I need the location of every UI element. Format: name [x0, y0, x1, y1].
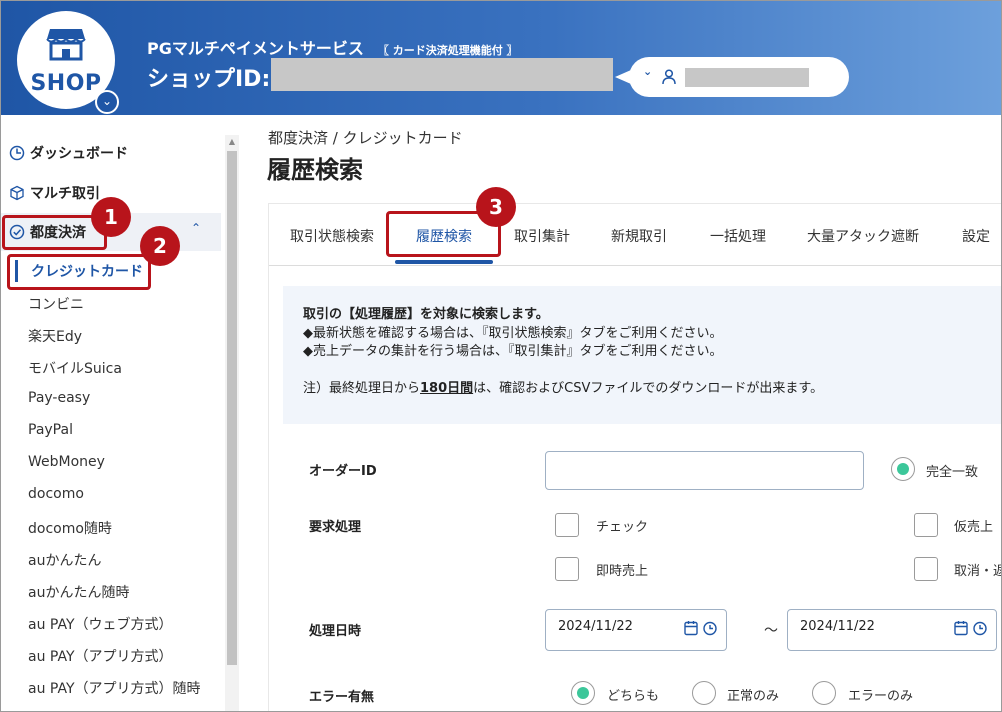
error-ok-label: 正常のみ [727, 689, 780, 704]
notice-text: は、確認およびCSVファイルでのダウンロードが出来ます。 [473, 381, 824, 396]
user-menu[interactable]: ⌄ [615, 57, 849, 97]
notice-text: 注）最終処理日から [303, 381, 421, 396]
chevron-down-icon: ⌄ [643, 65, 653, 78]
tab-attack-block[interactable]: 大量アタック遮断 [807, 226, 919, 246]
sidebar-sub-item[interactable]: Pay-easy [28, 390, 90, 406]
order-id-input[interactable] [545, 451, 864, 490]
notice-emphasis: 180日間 [420, 381, 474, 396]
notice-line: ◆売上データの集計を行う場合は、『取引集計』タブをご利用ください。 [303, 344, 723, 359]
service-name: PGマルチペイメントサービス〖 カード決済処理機能付 〗 [147, 35, 518, 59]
date-to-value: 2024/11/22 [800, 619, 875, 634]
date-to-input[interactable]: 2024/11/22 [787, 609, 997, 651]
search-panel: 取引状態検索 履歴検索 取引集計 新規取引 一括処理 大量アタック遮断 設定 取… [268, 203, 1002, 711]
clock-icon [9, 145, 25, 161]
capture-label: 即時売上 [596, 564, 649, 579]
error-only-label: エラーのみ [848, 689, 914, 704]
exact-match-label: 完全一致 [926, 465, 979, 480]
cancel-label: 取消・返 [954, 564, 1002, 579]
user-name-redacted [685, 68, 809, 87]
chevron-up-icon[interactable]: ⌃ [191, 221, 201, 235]
sidebar-item-dashboard[interactable]: ダッシュボード [9, 142, 128, 164]
service-tag: 〖 カード決済処理機能付 〗 [377, 44, 518, 57]
info-notice: 取引の【処理履歴】を対象に検索します。 ◆最新状態を確認する場合は、『取引状態検… [283, 286, 1001, 424]
sidebar-sub-item[interactable]: docomo [28, 486, 84, 502]
error-ok-radio[interactable] [692, 681, 716, 705]
callout-badge-2: 2 [140, 226, 180, 266]
cancel-checkbox[interactable] [914, 557, 938, 581]
sidebar-sub-item[interactable]: PayPal [28, 422, 73, 438]
sidebar-sub-item[interactable]: auかんたん [28, 550, 101, 570]
sidebar-sub-item[interactable]: docomo随時 [28, 518, 112, 538]
sidebar-sub-item[interactable]: 楽天Edy [28, 326, 82, 346]
sidebar-sub-item[interactable]: コンビニ [28, 294, 84, 314]
active-tab-indicator [395, 260, 493, 264]
storefront-icon [46, 29, 86, 61]
notice-line: 取引の【処理履歴】を対象に検索します。 [303, 307, 549, 322]
cube-icon [10, 185, 24, 201]
main-content: 都度決済 / クレジットカード 履歴検索 取引状態検索 履歴検索 取引集計 新規… [239, 115, 1002, 711]
request-label: 要求処理 [309, 520, 362, 535]
notice-line: 注）最終処理日から180日間は、確認およびCSVファイルでのダウンロードが出来ま… [303, 380, 1001, 399]
check-checkbox[interactable] [555, 513, 579, 537]
error-both-label: どちらも [607, 689, 660, 704]
sidebar-item-label: ダッシュボード [30, 146, 128, 162]
sidebar-sub-item[interactable]: au PAY（アプリ方式）随時 [28, 678, 201, 698]
sidebar-item-label: マルチ取引 [30, 186, 100, 202]
tab-aggregate[interactable]: 取引集計 [514, 226, 570, 246]
breadcrumb: 都度決済 / クレジットカード [268, 129, 463, 147]
sidebar-item-multi[interactable]: マルチ取引 [9, 182, 100, 204]
sidebar-sub-item[interactable]: モバイルSuica [28, 358, 122, 378]
sidebar-sub-item[interactable]: auかんたん随時 [28, 582, 129, 602]
header: SHOP ⌄ PGマルチペイメントサービス〖 カード決済処理機能付 〗 ショップ… [1, 1, 1001, 115]
scroll-up-arrow-icon[interactable]: ▲ [225, 135, 239, 149]
callout-badge-1: 1 [91, 197, 131, 237]
capture-checkbox[interactable] [555, 557, 579, 581]
check-label: チェック [596, 520, 649, 535]
highlight-credit-card [7, 254, 151, 290]
date-range-separator: ～ [764, 623, 778, 639]
order-id-label: オーダーID [309, 464, 377, 479]
sidebar-sub-item[interactable]: WebMoney [28, 454, 105, 470]
date-from-input[interactable]: 2024/11/22 [545, 609, 727, 651]
exact-match-radio[interactable] [891, 457, 915, 481]
shop-id-label: ショップID: [147, 67, 271, 92]
auth-checkbox[interactable] [914, 513, 938, 537]
auth-label: 仮売上 [954, 520, 994, 535]
tab-bar: 取引状態検索 履歴検索 取引集計 新規取引 一括処理 大量アタック遮断 設定 [269, 204, 1001, 266]
tab-status-search[interactable]: 取引状態検索 [290, 226, 374, 246]
tab-bulk-process[interactable]: 一括処理 [710, 226, 766, 246]
user-icon [662, 69, 676, 85]
tab-new-transaction[interactable]: 新規取引 [611, 226, 667, 246]
error-only-radio[interactable] [812, 681, 836, 705]
notice-line: ◆最新状態を確認する場合は、『取引状態検索』タブをご利用ください。 [303, 325, 723, 341]
error-both-radio[interactable] [571, 681, 595, 705]
chevron-down-icon[interactable]: ⌄ [95, 90, 119, 114]
calendar-clock-icon [954, 621, 987, 636]
tab-settings[interactable]: 設定 [962, 226, 990, 246]
shop-id-redacted [271, 58, 613, 91]
date-label: 処理日時 [309, 624, 362, 639]
callout-badge-3: 3 [476, 187, 516, 227]
app-window: SHOP ⌄ PGマルチペイメントサービス〖 カード決済処理機能付 〗 ショップ… [0, 0, 1002, 712]
sidebar-sub-item[interactable]: au PAY（アプリ方式） [28, 646, 173, 666]
date-from-value: 2024/11/22 [558, 619, 633, 634]
scrollbar-thumb[interactable] [227, 151, 237, 665]
error-label: エラー有無 [309, 690, 375, 705]
page-title: 履歴検索 [267, 156, 363, 184]
service-name-text: PGマルチペイメントサービス [147, 39, 364, 58]
sidebar-sub-item[interactable]: au PAY（ウェブ方式） [28, 614, 173, 634]
calendar-clock-icon [684, 621, 717, 636]
